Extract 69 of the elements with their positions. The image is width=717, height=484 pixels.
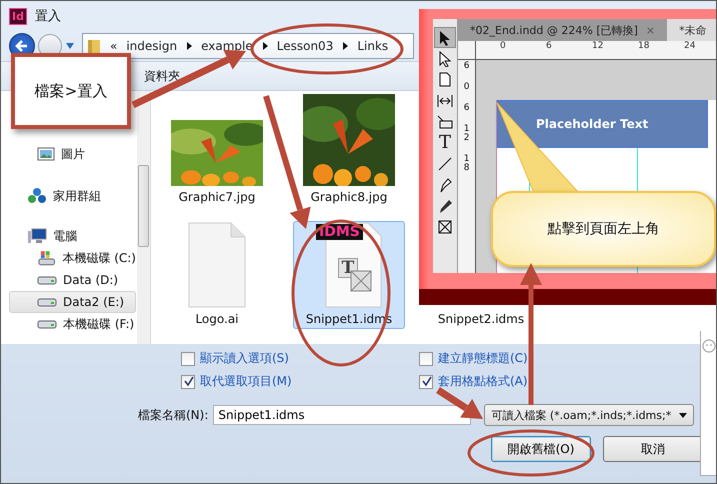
sidebar-item[interactable]: Data (D:) (1, 269, 136, 291)
scrollbar[interactable] (137, 91, 150, 344)
folder-icon (87, 38, 101, 54)
checkbox[interactable] (181, 374, 195, 388)
homegroup-icon (27, 187, 47, 205)
option-checkbox[interactable]: 建立靜態標題(C) (419, 350, 619, 367)
open-button[interactable]: 開啟舊檔(O) (491, 436, 591, 462)
smiley-icon[interactable] (702, 339, 716, 353)
tool-button[interactable]: T (434, 132, 456, 153)
breadcrumb-arrow-icon[interactable] (186, 42, 192, 50)
sidebar-item[interactable]: Data2 (E:) (9, 291, 136, 313)
new-folder-label[interactable]: 資料夾 (144, 68, 180, 84)
checkbox[interactable] (181, 352, 195, 366)
option-checkbox[interactable]: 顯示讀入選項(S) (181, 350, 419, 367)
dropdown-caret-icon (679, 412, 688, 418)
checkbox[interactable] (419, 374, 433, 388)
filename-field[interactable]: Snippet1.idms (213, 405, 472, 425)
content-icon (437, 114, 453, 128)
drive-icon (37, 274, 57, 286)
app-icon: Id (9, 8, 27, 24)
blank-document-icon (188, 222, 246, 308)
address-bar[interactable]: « indesign example Lesson03 Links (82, 33, 414, 59)
sidebar-item[interactable]: 電腦 (1, 225, 136, 247)
pointer-icon (438, 30, 452, 46)
horizontal-ruler: 0 6 12 18 24 (499, 41, 696, 53)
breadcrumb-item[interactable]: indesign (126, 39, 178, 53)
sidebar-item[interactable]: 本機磁碟 (F:) (1, 313, 136, 335)
arrow (436, 387, 483, 419)
breadcrumb-overflow[interactable]: « (110, 39, 118, 53)
breadcrumb-item[interactable]: example (201, 39, 253, 53)
file-item[interactable]: Graphic7.jpg (161, 99, 273, 207)
file-item[interactable]: Logo.ai (161, 221, 273, 329)
document-tab[interactable]: *未命 (667, 19, 716, 41)
text-frame[interactable]: Placeholder Text (497, 100, 708, 148)
option-checkbox[interactable]: 取代選取項目(M) (181, 373, 419, 390)
option-checkbox[interactable]: 套用格點格式(A) (419, 373, 619, 390)
sidebar-item[interactable]: 家用群組 (1, 185, 136, 207)
file-type-dropdown[interactable]: 可讀入檔案 (*.oam;*.inds;*.idms;* (484, 404, 694, 426)
frame-icon (438, 220, 452, 234)
document-tab[interactable]: *02_End.indd @ 224% [已轉換] × (458, 19, 668, 41)
filename-label: 檔案名稱(N): (138, 406, 208, 424)
breadcrumb-arrow-icon[interactable] (342, 42, 348, 50)
file-type-badge: IDMS (316, 224, 363, 240)
drive-icon (37, 296, 57, 308)
computer-icon (27, 227, 47, 245)
drive-icon (37, 318, 57, 330)
system-drive-icon (37, 249, 56, 267)
image-icon (37, 147, 55, 161)
callout-bubble: 點擊到頁面左上角 (491, 191, 716, 267)
vertical-ruler: 6 0 6 12 18 (458, 60, 476, 273)
checkbox[interactable] (419, 352, 433, 366)
pen-icon (438, 176, 452, 192)
breadcrumb-arrow-icon[interactable] (262, 42, 268, 50)
window-title: 置入 (34, 8, 61, 25)
page-icon (438, 72, 452, 88)
file-item[interactable]: Snippet2.idms (425, 305, 537, 329)
cancel-button[interactable]: 取消 (603, 436, 703, 462)
sidebar-item[interactable]: 圖片 (1, 143, 136, 165)
line-icon (438, 156, 452, 170)
sidebar-item[interactable]: 本機磁碟 (C:) (1, 247, 136, 269)
callout-box: 檔案>置入 (11, 53, 131, 129)
tool-button[interactable] (434, 27, 456, 48)
breadcrumb-item[interactable]: Lesson03 (276, 39, 334, 53)
file-item[interactable]: Graphic8.jpg (293, 99, 405, 207)
pencil-icon (438, 198, 452, 214)
gap-icon (437, 94, 453, 106)
history-caret-icon[interactable] (65, 42, 75, 50)
breadcrumb-item[interactable]: Links (357, 39, 388, 53)
hollow-pointer-icon (438, 50, 452, 66)
